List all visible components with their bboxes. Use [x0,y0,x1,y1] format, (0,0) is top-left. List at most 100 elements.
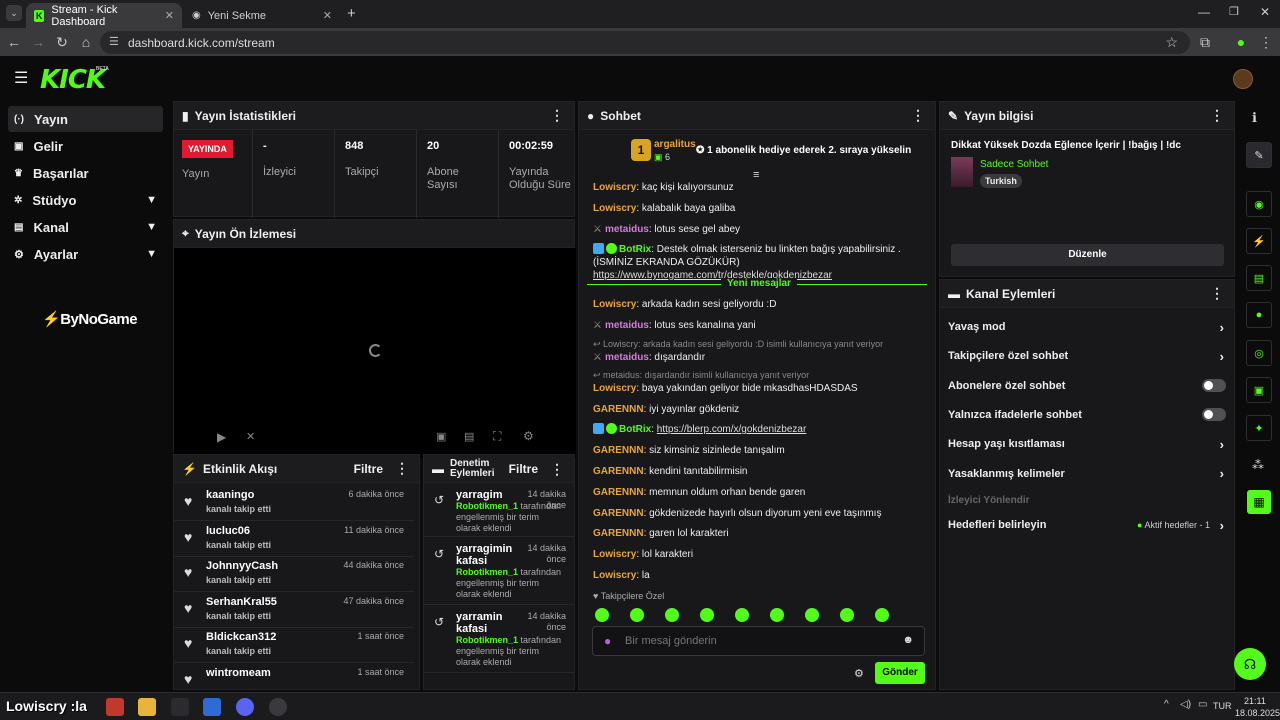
user-avatar[interactable] [1233,69,1253,89]
dots-cluster-icon[interactable]: ⁂ [1252,458,1264,472]
theater-icon[interactable]: ▤ [464,430,474,443]
language-indicator[interactable]: TUR [1213,701,1232,711]
settings-icon[interactable]: ⚙ [523,429,534,443]
emote-icon[interactable] [595,608,609,622]
chat-username[interactable]: BotRix [619,424,651,435]
browser-menu-icon[interactable]: ⋮ [1257,33,1275,51]
chat-message[interactable]: GARENNN: garen lol karakteri [593,527,923,540]
url-field[interactable]: ☰ dashboard.kick.com/stream ☆ [100,31,1190,54]
moderation-item[interactable]: ↺ yarragim 14 dakika önce Robotikmen_1 tara… [424,485,574,537]
emote-icon[interactable] [770,608,784,622]
activity-item[interactable]: ♥ wintromeam 1 saat önce [174,663,414,690]
tray-chevron-icon[interactable]: ^ [1164,699,1169,710]
activity-username[interactable]: wintromeam [206,667,271,679]
info-icon[interactable]: ℹ [1252,110,1257,126]
volume-icon[interactable]: ◁) [1180,699,1191,710]
forward-icon[interactable]: → [29,33,47,51]
toggle-switch[interactable] [1202,408,1226,422]
chat-input-box[interactable]: ● ☻ [592,626,925,656]
chat-message[interactable]: BotRix: Destek olmak isterseniz bu linkt… [593,243,923,282]
reply-context[interactable]: ↩ Lowiscry: arkada kadın sesi geliyordu … [593,339,883,350]
chat-username[interactable]: Lowiscry [593,570,636,581]
more-options-icon[interactable]: ⋮ [550,462,564,476]
notes-icon[interactable]: ▤ [1246,265,1272,291]
chat-username[interactable]: GARENNN [593,404,644,415]
microphone-icon[interactable]: ● [604,634,611,648]
bookmark-star-icon[interactable]: ☆ [1165,34,1178,51]
chat-settings-icon[interactable]: ⚙ [854,667,864,680]
sidebar-item-ayarlar[interactable]: ⚙ Ayarlar ▼ [8,241,163,267]
clock-time[interactable]: 21:11 [1244,696,1266,706]
category-name[interactable]: Sadece Sohbet [980,159,1048,170]
sidebar-item-kanal[interactable]: ▤ Kanal ▼ [8,214,163,240]
sidebar-item-studyo[interactable]: ✲ Stüdyo ▼ [8,187,163,213]
channel-action-item[interactable]: Hesap yaşı kısıtlaması › [948,430,1228,458]
chat-message[interactable]: GARENNN: gökdenizede hayırlı olsun diyor… [593,507,923,520]
moderation-item[interactable]: ↺ yarragimin kafasi 14 dakika önce Robotikm… [424,539,574,605]
activity-item[interactable]: ♥ lucluc06 kanalı takip etti 11 dakika önce [174,521,414,557]
sidebar-item-basarilar[interactable]: ♛ Başarılar [8,160,163,186]
emote-icon[interactable] [875,608,889,622]
activity-username[interactable]: lucluc06 [206,525,250,537]
mute-icon[interactable]: ✕ [246,430,255,443]
chat-message[interactable]: GARENNN: memnun oldum orhan bende garen [593,486,923,499]
restore-icon[interactable]: ❐ [1229,5,1239,18]
moderation-item[interactable]: ↺ yarramin kafasi 14 dakika önce Robotikmen… [424,607,574,673]
new-tab-button[interactable]: + [347,5,356,22]
activity-item[interactable]: ♥ SerhanKral55 kanalı takip etti 47 dakika … [174,592,414,628]
channel-action-item[interactable]: Yavaş mod › [948,313,1228,341]
filter-button[interactable]: Filtre [509,463,538,475]
chat-username[interactable]: metaidus [605,224,649,235]
help-chat-icon[interactable]: ☊ [1234,648,1266,680]
camera-icon[interactable]: ◉ [1246,191,1272,217]
more-options-icon[interactable]: ⋮ [1210,285,1224,302]
toggle-switch[interactable] [1202,379,1226,393]
chat-message[interactable]: Lowiscry: la [593,569,923,582]
more-options-icon[interactable]: ⋮ [911,107,925,124]
channel-action-item[interactable]: Takipçilere özel sohbet › [948,342,1228,370]
profile-icon[interactable]: ● [1232,33,1250,51]
chat-message[interactable]: Lowiscry: kaç kişi kalıyorsunuz [593,181,923,194]
sidebar-item-yayin[interactable]: (·) Yayın [8,106,163,132]
activity-username[interactable]: kaaningo [206,489,254,501]
obs-icon[interactable] [269,698,287,716]
emote-icon[interactable] [630,608,644,622]
ps-app-icon[interactable] [106,698,124,716]
network-icon[interactable]: ▭ [1198,699,1207,710]
chat-scrollbar[interactable] [935,398,936,588]
chat-username[interactable]: Lowiscry [593,299,636,310]
pinned-leaderboard[interactable]: 1 argalitus ▣ 6 ✪ 1 abonelik hediye eder… [579,130,935,172]
chat-username[interactable]: BotRix [619,244,651,255]
chat-message[interactable]: GARENNN: kendini tanıtabilirmisin [593,465,923,478]
clapper-icon[interactable]: ▦ [1247,490,1271,514]
activity-username[interactable]: JohnnyyCash [206,560,278,572]
activity-username[interactable]: Bldickcan312 [206,631,276,643]
emoji-icon[interactable]: ☻ [902,634,914,646]
extensions-icon[interactable]: ⧉ [1196,33,1214,51]
chat-link[interactable]: https://blerp.com/x/gokdenizbezar [657,424,807,435]
studio-app-icon[interactable] [203,698,221,716]
tab-search-button[interactable]: ⌄ [6,5,22,21]
site-info-icon[interactable]: ☰ [109,35,119,48]
hamburger-menu-icon[interactable]: ☰ [14,68,28,88]
collapse-icon[interactable]: ≡ [753,169,759,181]
emote-icon[interactable] [735,608,749,622]
reload-icon[interactable]: ↻ [53,33,71,51]
chat-message[interactable]: ⚔ metaidus: dışardandır [593,351,923,364]
play-icon[interactable]: ▶ [217,430,226,444]
activity-username[interactable]: SerhanKral55 [206,596,277,608]
clock-date[interactable]: 18.08.2025 [1235,708,1280,718]
chat-message[interactable]: Lowiscry: kalabalık baya galiba [593,202,923,215]
new-messages-label[interactable]: Yeni mesajlar [721,278,797,289]
kick-app-icon[interactable] [171,698,189,716]
minimize-icon[interactable]: — [1198,5,1210,19]
chat-username[interactable]: GARENNN [593,466,644,477]
chat-username[interactable]: GARENNN [593,508,644,519]
chat-username[interactable]: metaidus [605,352,649,363]
channel-action-item[interactable]: Yalnızca ifadelerle sohbet [948,401,1228,429]
back-icon[interactable]: ← [5,33,23,51]
edit-button[interactable]: Düzenle [951,244,1224,266]
activity-item[interactable]: ♥ kaaningo kanalı takip etti 6 dakika önce [174,485,414,521]
emote-icon[interactable] [840,608,854,622]
filter-button[interactable]: Filtre [354,462,383,476]
